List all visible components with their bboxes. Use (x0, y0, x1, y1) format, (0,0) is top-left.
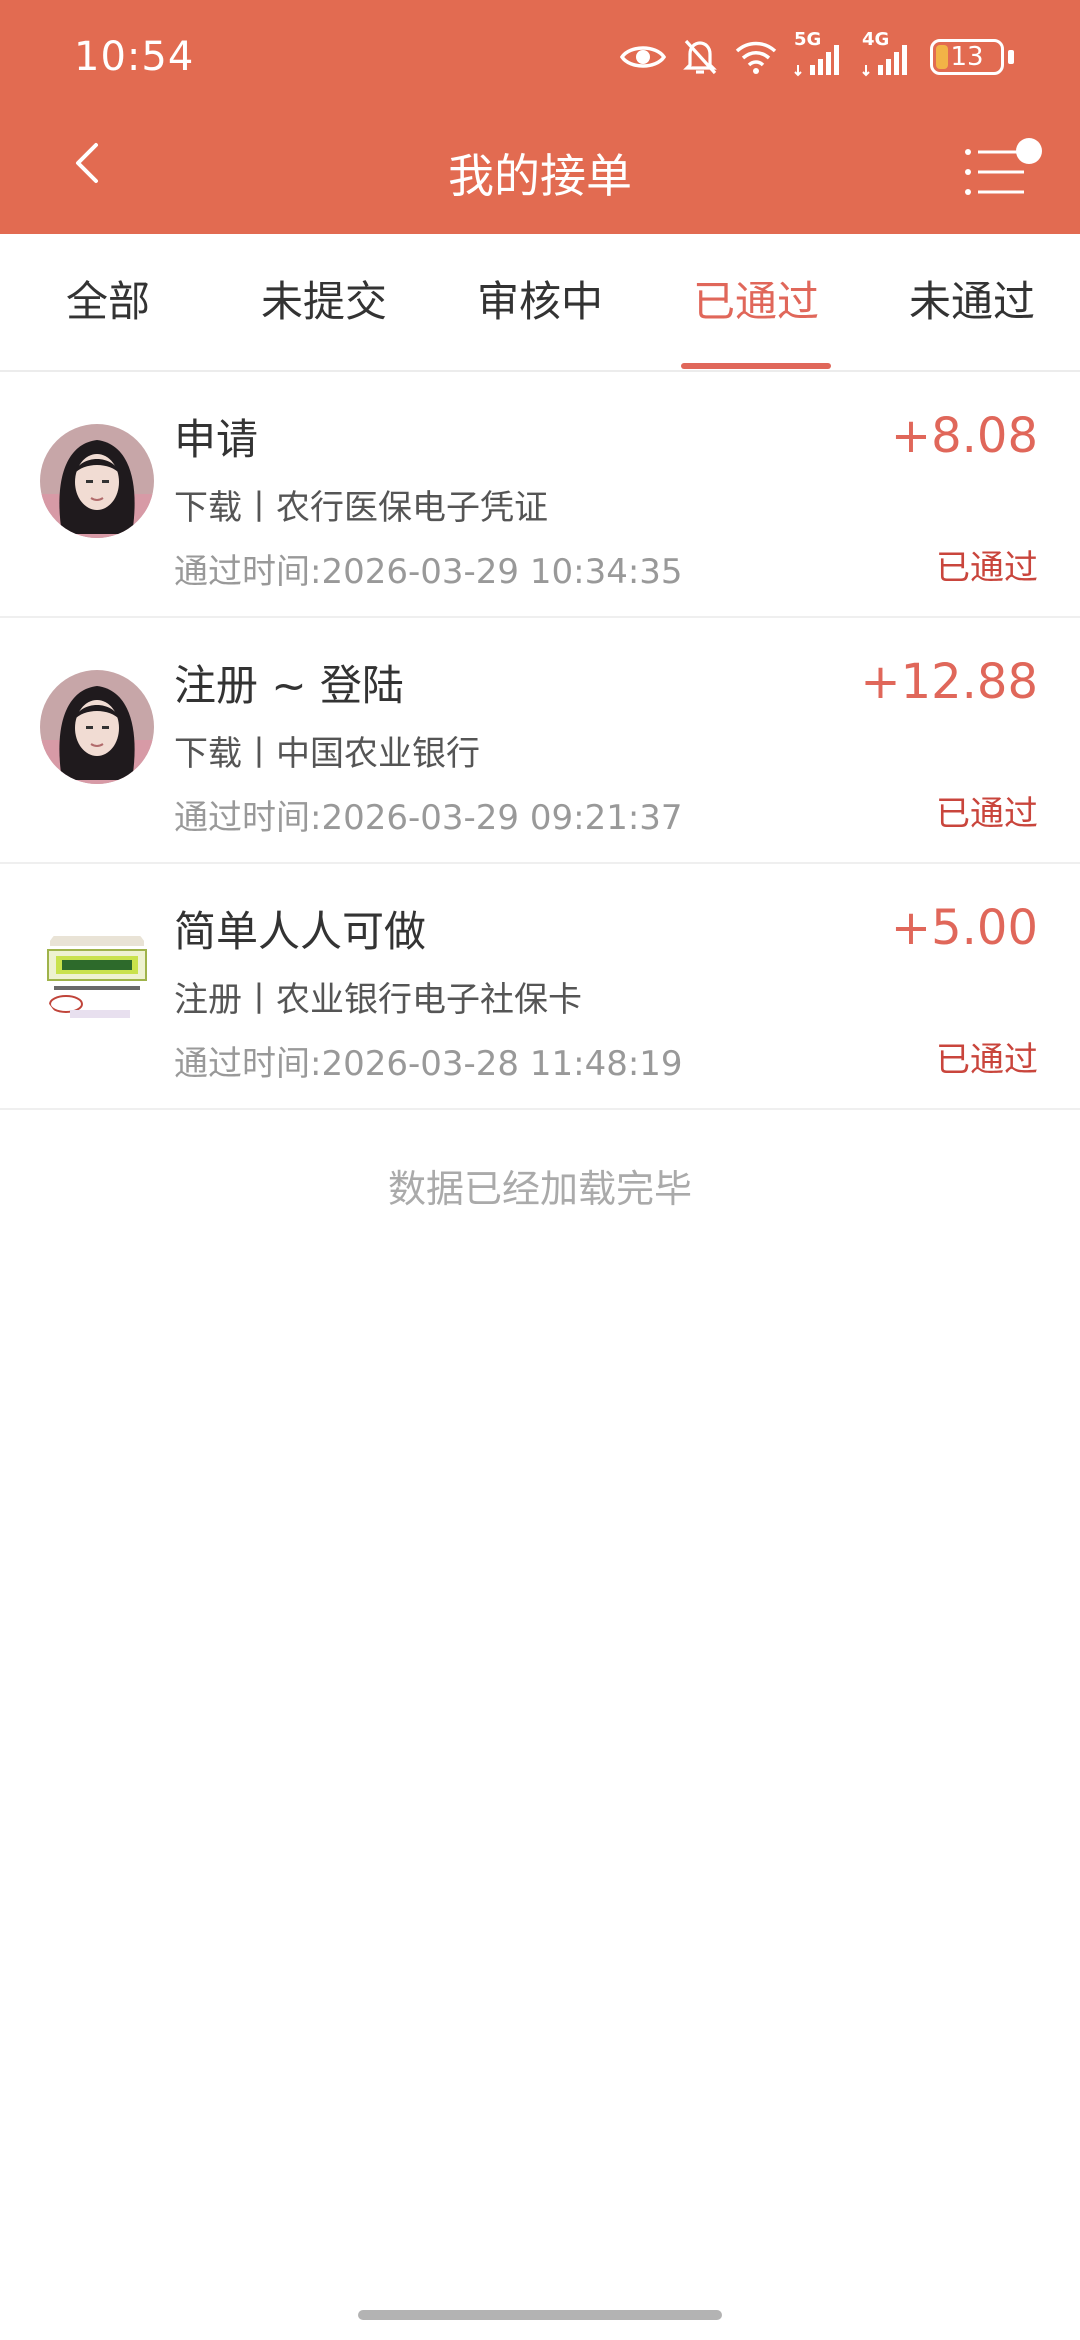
menu-button[interactable] (960, 130, 1050, 210)
signal-4g-icon: 4G (862, 29, 914, 77)
signal-5g-icon: 5G (794, 29, 846, 77)
notification-dot (1016, 138, 1042, 164)
reward-amount: +5.00 (890, 900, 1038, 956)
page-title: 我的接单 (448, 149, 632, 203)
task-subtitle: 下载丨中国农业银行 (174, 734, 480, 774)
bell-muted-icon (682, 37, 718, 77)
list-item[interactable]: 申请 下载丨农行医保电子凭证 通过时间:2026-03-29 10:34:35 … (0, 372, 1080, 618)
task-subtitle: 注册丨农业银行电子社保卡 (174, 980, 582, 1020)
net-4g-label: 4G (862, 29, 890, 50)
task-time: 通过时间:2026-03-29 10:34:35 (174, 552, 683, 592)
status-badge: 已通过 (936, 1040, 1038, 1080)
list-item[interactable]: 简单人人可做 注册丨农业银行电子社保卡 通过时间:2026-03-28 11:4… (0, 864, 1080, 1110)
status-tabs: 全部 未提交 审核中 已通过 未通过 (0, 234, 1080, 372)
list-end-message: 数据已经加载完毕 (387, 1167, 692, 1211)
task-subtitle: 下载丨农行医保电子凭证 (174, 488, 548, 528)
home-indicator[interactable] (358, 2310, 722, 2320)
task-title: 注册 ~ 登陆 (174, 661, 404, 710)
net-5g-label: 5G (794, 29, 822, 50)
status-icons: 5G 4G 13 (620, 29, 1014, 82)
status-time: 10:54 (74, 34, 195, 80)
wifi-icon (734, 39, 778, 75)
avatar (40, 916, 154, 1030)
tab-rejected[interactable]: 未通过 (872, 234, 1072, 370)
reward-amount: +12.88 (860, 654, 1038, 710)
tab-unsubmitted[interactable]: 未提交 (224, 234, 424, 370)
task-time: 通过时间:2026-03-28 11:48:19 (174, 1044, 683, 1084)
order-list: 申请 下载丨农行医保电子凭证 通过时间:2026-03-29 10:34:35 … (0, 372, 1080, 1110)
avatar (40, 424, 154, 538)
status-badge: 已通过 (936, 794, 1038, 834)
eye-icon (620, 42, 666, 72)
battery-cap (1008, 50, 1014, 64)
reward-amount: +8.08 (890, 408, 1038, 464)
task-title: 申请 (174, 415, 259, 464)
app-header: 10:54 5G 4G 13 我的接单 (0, 0, 1080, 234)
tab-approved[interactable]: 已通过 (656, 234, 856, 370)
battery-icon: 13 (930, 39, 1004, 75)
task-time: 通过时间:2026-03-29 09:21:37 (174, 798, 683, 838)
tab-reviewing[interactable]: 审核中 (440, 234, 640, 370)
list-item[interactable]: 注册 ~ 登陆 下载丨中国农业银行 通过时间:2026-03-29 09:21:… (0, 618, 1080, 864)
avatar (40, 670, 154, 784)
task-title: 简单人人可做 (174, 907, 427, 956)
active-tab-indicator (681, 363, 831, 369)
status-badge: 已通过 (936, 548, 1038, 588)
tab-all[interactable]: 全部 (8, 234, 208, 370)
battery-level: 13 (950, 42, 984, 72)
